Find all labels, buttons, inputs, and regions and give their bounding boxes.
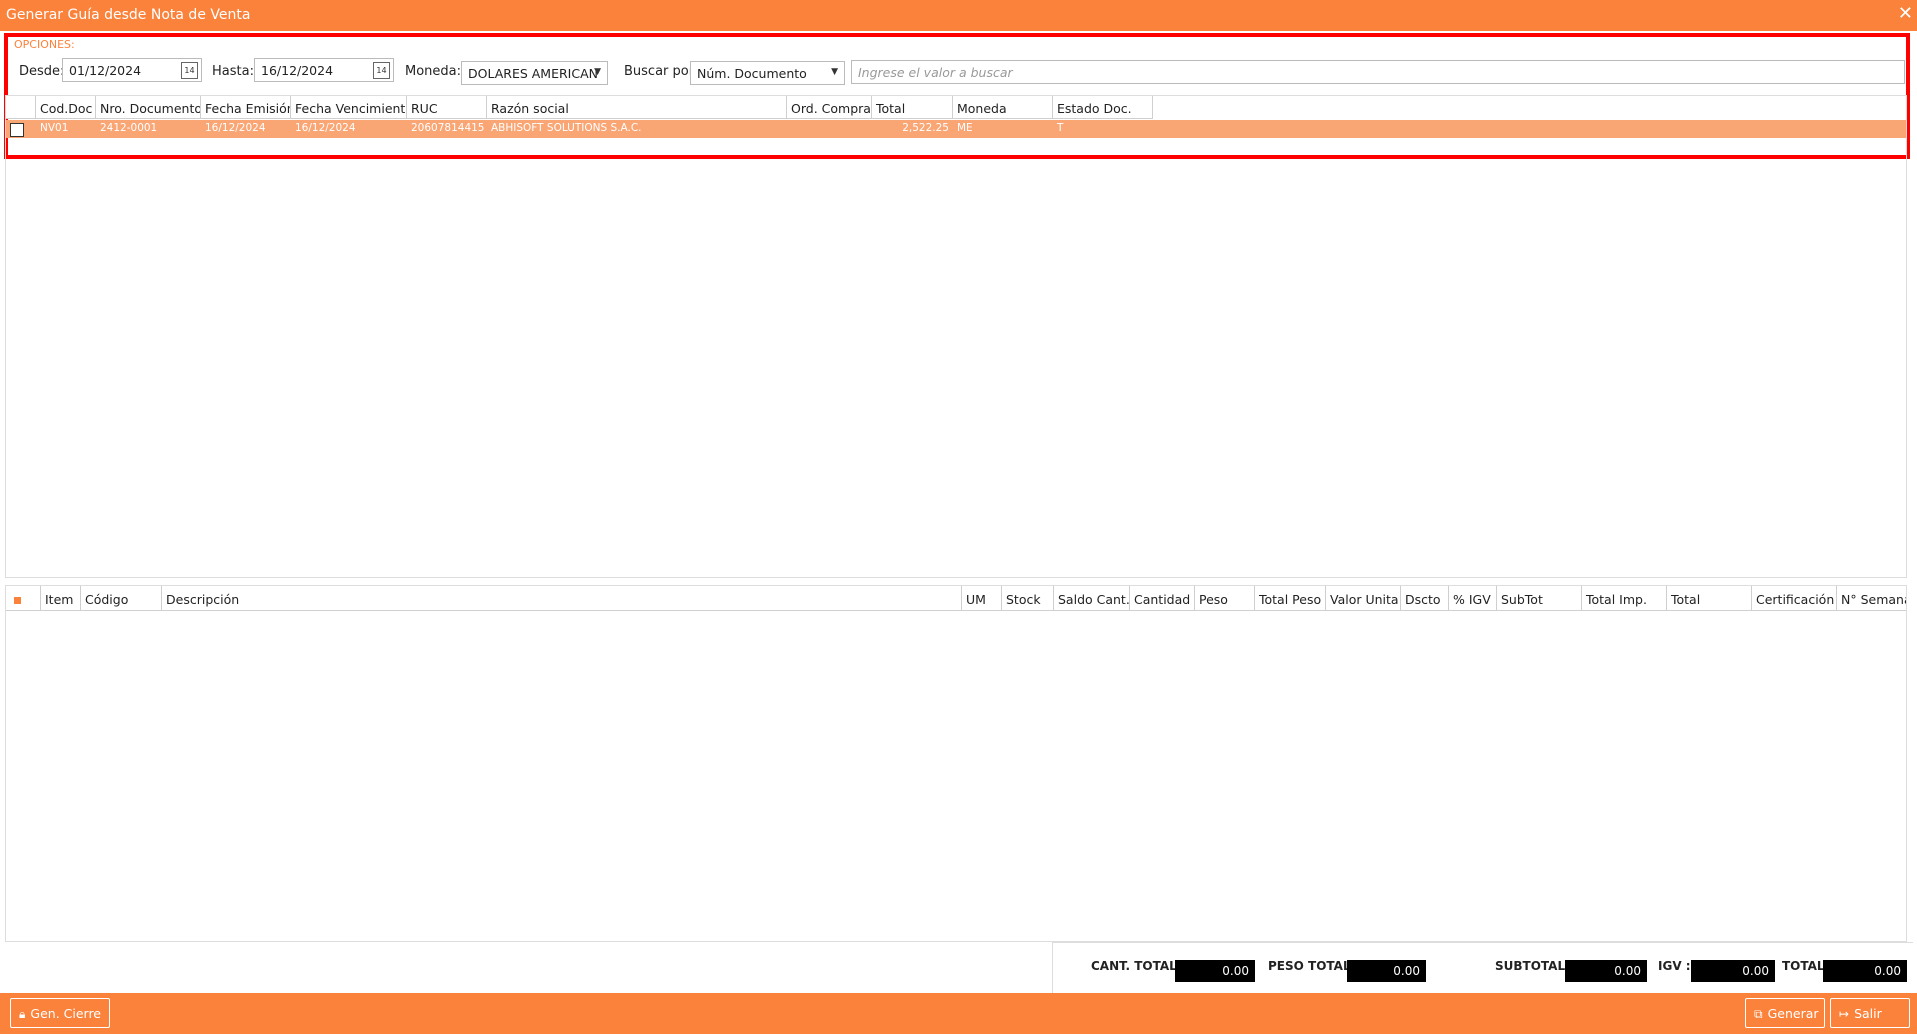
generar-label: Generar [1767,1006,1819,1021]
column-header[interactable]: Código [81,586,162,611]
select-column-header [6,96,36,119]
buscar-por-selected-value: Núm. Documento [697,66,807,81]
cell-nro-documento: 2412-0001 [100,122,158,134]
column-header[interactable]: Total Peso [1255,586,1326,611]
column-header[interactable]: Saldo Cant. [1054,586,1130,611]
gen-cierre-button[interactable]: 🔒︎ Gen. Cierre [10,998,110,1028]
column-header[interactable]: Cod.Doc [36,96,96,119]
options-section-label: OPCIONES: [14,38,75,51]
totals-bar: CANT. TOTAL : 0.00 PESO TOTAL : 0.00 SUB… [1052,942,1913,993]
peso-total-label: PESO TOTAL : [1268,959,1360,973]
cell-moneda: ME [957,122,973,134]
column-header[interactable]: Stock [1002,586,1054,611]
buscar-por-label: Buscar por: [624,64,699,79]
column-header[interactable]: UM [962,586,1002,611]
column-header[interactable]: Nro. Documento [96,96,201,119]
hasta-date-value: 16/12/2024 [261,63,334,78]
exit-icon: ↦ [1839,1007,1850,1021]
column-header[interactable]: Fecha Emisión [201,96,291,119]
column-header[interactable]: Total [872,96,953,119]
column-header[interactable]: Item [41,586,81,611]
hasta-date-field[interactable]: 16/12/2024 14 [254,58,394,82]
search-placeholder: Ingrese el valor a buscar [858,65,1013,80]
table-row[interactable]: NV01 2412-0001 16/12/2024 16/12/2024 206… [6,120,1906,138]
items-grid: Item Código Descripción UM Stock Saldo C… [5,585,1907,942]
igv-value: 0.00 [1691,960,1775,982]
cell-cod-doc: NV01 [40,122,69,134]
window-title: Generar Guía desde Nota de Venta [6,7,251,23]
square-icon [14,597,21,604]
chevron-down-icon: ▼ [594,67,601,77]
column-header[interactable]: Fecha Vencimiento [291,96,407,119]
column-header[interactable]: Peso [1195,586,1255,611]
column-header[interactable]: Total [1667,586,1752,611]
column-header[interactable]: Total Imp. [1582,586,1667,611]
cell-estado-doc: T [1057,122,1064,134]
footer-bar: 🔒︎ Gen. Cierre ⧉ Generar ↦ Salir [0,993,1917,1034]
calendar-icon[interactable]: 14 [181,62,198,79]
search-input[interactable]: Ingrese el valor a buscar [851,60,1905,84]
select-all-header[interactable] [6,586,41,611]
desde-date-field[interactable]: 01/12/2024 14 [62,58,202,82]
column-header[interactable]: Certificación [1752,586,1837,611]
total-value: 0.00 [1823,960,1907,982]
cell-ruc: 20607814415 [411,122,485,134]
peso-total-value: 0.00 [1347,960,1426,982]
calendar-icon[interactable]: 14 [373,62,390,79]
title-bar: Generar Guía desde Nota de Venta ✕ [0,0,1917,31]
cell-razon-social: ABHISOFT SOLUTIONS S.A.C. [491,122,642,134]
close-icon[interactable]: ✕ [1898,4,1913,24]
cant-total-value: 0.00 [1175,960,1255,982]
cell-fecha-emision: 16/12/2024 [205,122,266,134]
moneda-select[interactable]: DOLARES AMERICAN ▼ [461,61,608,85]
external-link-icon: ⧉ [1754,1007,1763,1021]
moneda-label: Moneda: [405,64,462,79]
hasta-label: Hasta: [212,64,254,79]
column-header[interactable]: SubTot [1497,586,1582,611]
documents-grid: Cod.Doc Nro. Documento Fecha Emisión Fec… [5,95,1907,578]
column-header[interactable]: Moneda [953,96,1053,119]
column-header[interactable]: Estado Doc. [1053,96,1153,119]
buscar-por-select[interactable]: Núm. Documento ▼ [690,61,845,85]
column-header[interactable]: Descripción [162,586,962,611]
chevron-down-icon: ▼ [831,67,838,77]
row-checkbox[interactable] [10,123,24,137]
column-header[interactable]: Razón social [487,96,787,119]
generar-button[interactable]: ⧉ Generar [1745,998,1825,1028]
column-header[interactable]: N° Semana [1837,586,1906,611]
cant-total-label: CANT. TOTAL : [1091,959,1186,973]
salir-button[interactable]: ↦ Salir [1830,998,1910,1028]
column-header[interactable]: Dscto [1401,586,1449,611]
cell-fecha-vencimiento: 16/12/2024 [295,122,356,134]
column-header[interactable]: Valor Unita [1326,586,1401,611]
subtotal-label: SUBTOTAL : [1495,959,1575,973]
moneda-selected-value: DOLARES AMERICAN [468,66,598,81]
lock-icon: 🔒︎ [19,1007,26,1021]
gen-cierre-label: Gen. Cierre [30,1006,102,1021]
desde-label: Desde: [19,64,65,79]
salir-label: Salir [1854,1006,1882,1021]
subtotal-value: 0.00 [1565,960,1647,982]
column-header[interactable]: Ord. Compra [787,96,872,119]
igv-label: IGV : [1658,959,1691,973]
column-header[interactable]: Cantidad [1130,586,1195,611]
column-header[interactable]: RUC [407,96,487,119]
column-header[interactable]: % IGV [1449,586,1497,611]
cell-total: 2,522.25 [902,122,949,134]
desde-date-value: 01/12/2024 [69,63,142,78]
